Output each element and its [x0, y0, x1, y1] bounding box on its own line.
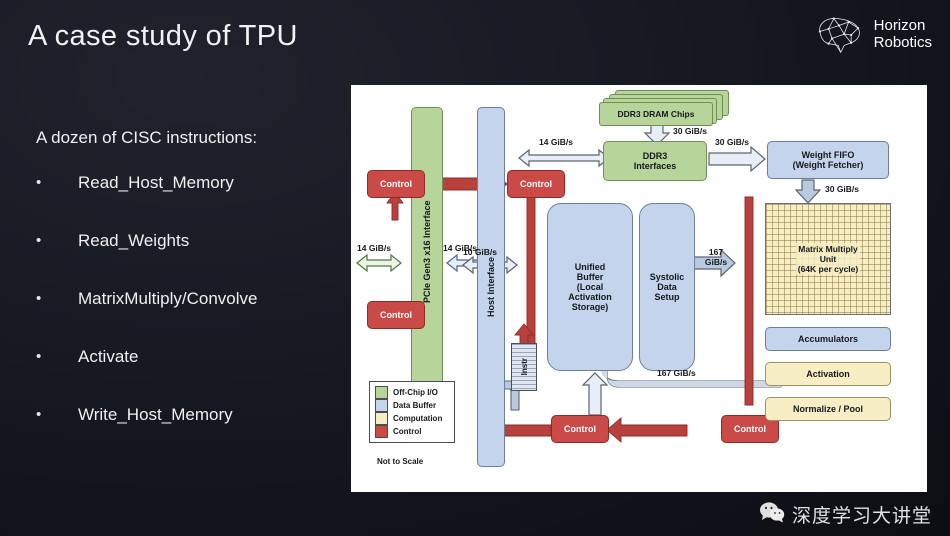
legend-label: Off-Chip I/O [393, 388, 438, 397]
block-pcie-interface: PCIe Gen3 x16 Interface [411, 107, 443, 397]
control-block-top-right: Control [507, 170, 565, 198]
block-ddr3-dram-label: DDR3 DRAM Chips [617, 109, 695, 119]
slide-canvas: A case study of TPU Horizon Robotics A d… [0, 0, 950, 536]
list-item-label: Read_Host_Memory [78, 173, 234, 192]
control-label: Control [520, 178, 552, 189]
bandwidth-label-pool-ub: 167 GiB/s [657, 368, 696, 378]
block-normalize-pool-label: Normalize / Pool [792, 403, 863, 414]
block-activation: Activation [765, 362, 891, 386]
control-block-mid-left: Control [367, 301, 425, 329]
block-accumulators: Accumulators [765, 327, 891, 351]
block-systolic-data-setup: Systolic Data Setup [639, 203, 695, 371]
legend-swatch-data-buffer [375, 399, 388, 412]
bandwidth-label-systolic-mmu: 167 GiB/s [704, 247, 728, 267]
block-weight-fifo: Weight FIFO (Weight Fetcher) [767, 141, 889, 179]
block-instr-label: Instr [519, 358, 529, 376]
brand-logo: Horizon Robotics [813, 14, 932, 56]
bullet-marker: • [36, 232, 42, 249]
bullet-marker: • [36, 406, 42, 423]
watermark-text: 深度学习大讲堂 [791, 505, 932, 527]
wechat-icon [759, 501, 785, 528]
bandwidth-label-host-ddr3: 14 GiB/s [539, 137, 574, 147]
bandwidth-label-fifo-mmu: 30 GiB/s [825, 184, 860, 194]
control-block-top-left: Control [367, 170, 425, 198]
brain-network-icon [813, 14, 865, 56]
control-block-bottom-mid: Control [551, 415, 609, 443]
legend-item: Control [375, 425, 449, 438]
bullet-marker: • [36, 290, 42, 307]
diagram-caption: Not to Scale [377, 457, 424, 466]
bandwidth-label-dram-ddr3: 30 GiB/s [673, 126, 708, 136]
brand-line-2: Robotics [873, 34, 932, 51]
block-matrix-multiply-unit: Matrix Multiply Unit (64K per cycle) [765, 203, 891, 315]
block-ddr3-interfaces: DDR3 Interfaces [603, 141, 707, 181]
brand-name: Horizon Robotics [873, 17, 932, 52]
legend-label: Control [393, 427, 422, 436]
bullet-marker: • [36, 174, 42, 191]
diagram-legend: Off-Chip I/O Data Buffer Computation Con… [369, 381, 455, 443]
brand-line-1: Horizon [873, 17, 926, 35]
block-pcie-label: PCIe Gen3 x16 Interface [421, 200, 432, 304]
block-ddr3-dram-chips: DDR3 DRAM Chips [599, 90, 729, 126]
list-item: • Activate [36, 346, 366, 404]
block-host-interface: Host Interface [477, 107, 505, 467]
block-mmu-label: Matrix Multiply Unit (64K per cycle) [795, 242, 861, 276]
lead-text: A dozen of CISC instructions: [36, 128, 258, 147]
instruction-list: • Read_Host_Memory • Read_Weights • Matr… [36, 172, 366, 462]
list-item: • Write_Host_Memory [36, 404, 366, 462]
list-item-label: Write_Host_Memory [78, 405, 233, 424]
block-ddr3-interfaces-label: DDR3 Interfaces [633, 150, 677, 171]
tpu-architecture-diagram: PCIe Gen3 x16 Interface Host Interface D… [351, 85, 927, 492]
list-item: • Read_Host_Memory [36, 172, 366, 230]
control-label: Control [564, 423, 596, 434]
legend-label: Data Buffer [393, 401, 437, 410]
block-activation-label: Activation [806, 368, 850, 379]
block-unified-buffer: Unified Buffer (Local Activation Storage… [547, 203, 633, 371]
block-instruction-buffer: Instr [511, 343, 537, 391]
bandwidth-label-pcie-left: 14 GiB/s [357, 243, 392, 253]
legend-item: Off-Chip I/O [375, 386, 449, 399]
list-item: • MatrixMultiply/Convolve [36, 288, 366, 346]
bandwidth-label-host-ub: 10 GiB/s [463, 247, 498, 257]
control-label: Control [380, 309, 412, 320]
list-item: • Read_Weights [36, 230, 366, 288]
block-systolic-label: Systolic Data Setup [649, 271, 685, 303]
block-normalize-pool: Normalize / Pool [765, 397, 891, 421]
control-label: Control [734, 423, 766, 434]
control-label: Control [380, 178, 412, 189]
legend-item: Data Buffer [375, 399, 449, 412]
legend-label: Computation [393, 414, 443, 423]
list-item-label: Activate [78, 347, 139, 366]
list-item-label: MatrixMultiply/Convolve [78, 289, 258, 308]
list-item-label: Read_Weights [78, 231, 190, 250]
legend-swatch-computation [375, 412, 388, 425]
legend-swatch-off-chip-io [375, 386, 388, 399]
block-weight-fifo-label: Weight FIFO (Weight Fetcher) [792, 149, 864, 170]
block-host-interface-label: Host Interface [485, 256, 496, 318]
bullet-marker: • [36, 348, 42, 365]
watermark: 深度学习大讲堂 [759, 501, 932, 528]
bandwidth-label-ddr3-fifo: 30 GiB/s [715, 137, 750, 147]
block-unified-buffer-label: Unified Buffer (Local Activation Storage… [568, 261, 612, 313]
block-accumulators-label: Accumulators [797, 333, 859, 344]
page-title: A case study of TPU [28, 20, 298, 52]
legend-item: Computation [375, 412, 449, 425]
legend-swatch-control [375, 425, 388, 438]
